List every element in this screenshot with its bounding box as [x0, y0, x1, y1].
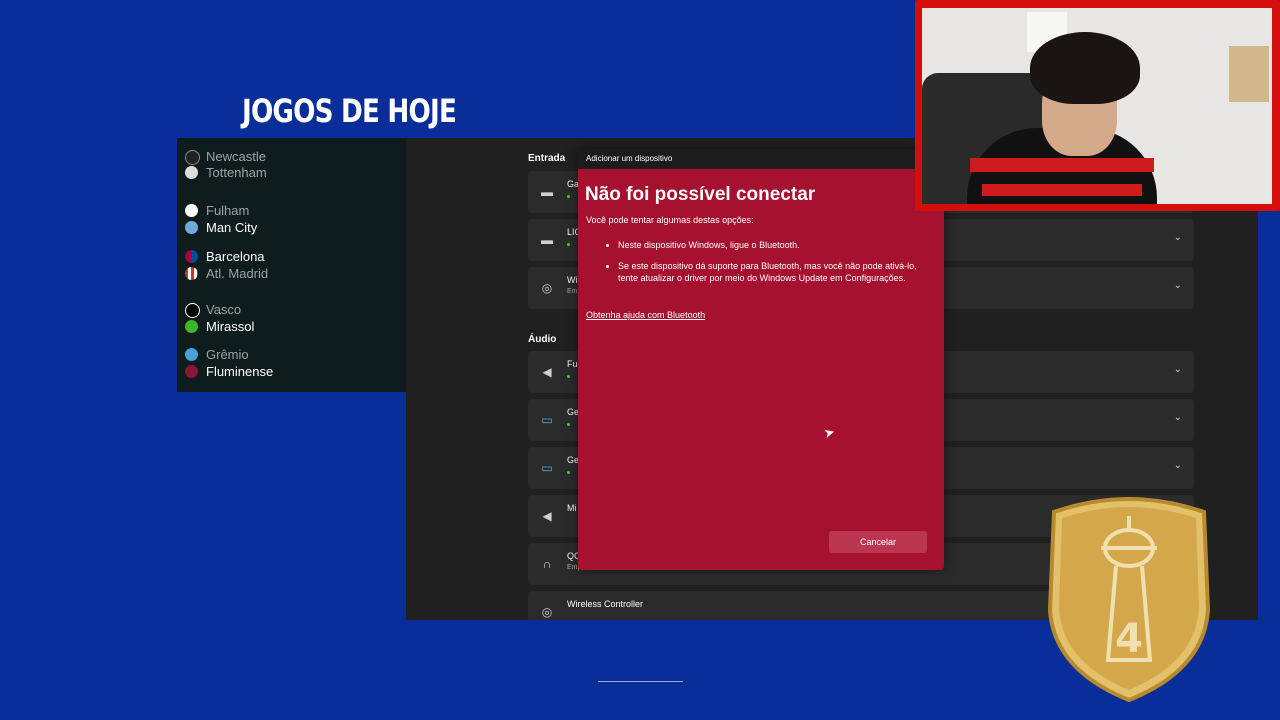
speaker-icon: ◀	[542, 509, 552, 523]
keyboard-icon: ▬	[541, 233, 553, 247]
barcelona-crest-icon	[185, 250, 198, 263]
status-dot	[567, 375, 570, 378]
chevron-down-icon[interactable]: ⌄	[1174, 364, 1182, 375]
gamepad-icon: ◎	[541, 281, 553, 295]
badge-number: 4	[1115, 616, 1143, 662]
headphones-icon: ∩	[542, 557, 552, 571]
vasco-crest-icon	[185, 303, 200, 318]
team-name: Grêmio	[206, 347, 249, 362]
monitor-icon: ▭	[541, 413, 553, 427]
webcam-poster	[1229, 46, 1269, 102]
fluminense-crest-icon	[185, 365, 198, 378]
status-dot	[567, 471, 570, 474]
team-name: Atl. Madrid	[206, 266, 269, 281]
dialog-options-list: Neste dispositivo Windows, ligue o Bluet…	[606, 239, 938, 293]
dialog-heading: Não foi possível conectar	[585, 184, 816, 205]
man-city-crest-icon	[185, 221, 198, 234]
status-dot	[567, 195, 570, 198]
chevron-down-icon[interactable]: ⌄	[1174, 232, 1182, 243]
webcam-frame	[915, 0, 1280, 211]
section-input-label: Entrada	[528, 153, 566, 164]
fulham-crest-icon	[185, 204, 198, 217]
webcam-shirt-stripe	[982, 184, 1142, 196]
team-name: Fulham	[206, 203, 250, 218]
bluetooth-help-link[interactable]: Obtenha ajuda com Bluetooth	[586, 310, 705, 320]
webcam-hair	[1030, 32, 1140, 104]
monitor-icon: ▭	[541, 461, 553, 475]
team-name: Vasco	[206, 302, 242, 317]
libertadores-badge-icon: 4	[1047, 497, 1211, 702]
dialog-subtitle: Você pode tentar algumas destas opções:	[586, 215, 754, 225]
gamepad-icon: ◎	[541, 605, 553, 619]
atletico-madrid-crest-icon	[185, 267, 198, 280]
divider-line	[598, 681, 683, 682]
dialog-option: Se este dispositivo dá suporte para Blue…	[618, 260, 938, 285]
add-device-dialog: Adicionar um dispositivo Não foi possíve…	[578, 149, 944, 570]
device-name: Fu	[567, 359, 578, 369]
chevron-down-icon[interactable]: ⌄	[1174, 280, 1182, 291]
status-dot	[567, 423, 570, 426]
webcam-video	[922, 8, 1272, 204]
tottenham-crest-icon	[185, 166, 198, 179]
mirassol-crest-icon	[185, 320, 198, 333]
device-name: Wi	[567, 275, 578, 285]
team-name: Newcastle	[206, 149, 266, 164]
dialog-option: Neste dispositivo Windows, ligue o Bluet…	[618, 239, 938, 252]
device-name: Mi	[567, 503, 577, 513]
dialog-window-title: Adicionar um dispositivo	[586, 154, 673, 163]
webcam-shirt-stripe	[970, 158, 1154, 172]
keyboard-icon: ▬	[541, 185, 553, 199]
chevron-down-icon[interactable]: ⌄	[1174, 460, 1182, 471]
dialog-titlebar[interactable]: Adicionar um dispositivo	[578, 149, 944, 169]
cancel-button[interactable]: Cancelar	[829, 531, 927, 553]
team-name: Tottenham	[206, 165, 267, 180]
team-name: Mirassol	[206, 319, 255, 334]
team-name: Fluminense	[206, 364, 274, 379]
device-name: Wireless Controller	[567, 599, 644, 609]
team-name: Barcelona	[206, 249, 265, 264]
team-name: Man City	[206, 220, 258, 235]
overlay-title: JOGOS DE HOJE	[242, 92, 457, 130]
status-dot	[567, 243, 570, 246]
device-status: Em	[567, 288, 578, 295]
newcastle-crest-icon	[185, 150, 200, 165]
chevron-down-icon[interactable]: ⌄	[1174, 412, 1182, 423]
section-audio-label: Áudio	[528, 334, 557, 345]
gremio-crest-icon	[185, 348, 198, 361]
speaker-icon: ◀	[542, 365, 552, 379]
